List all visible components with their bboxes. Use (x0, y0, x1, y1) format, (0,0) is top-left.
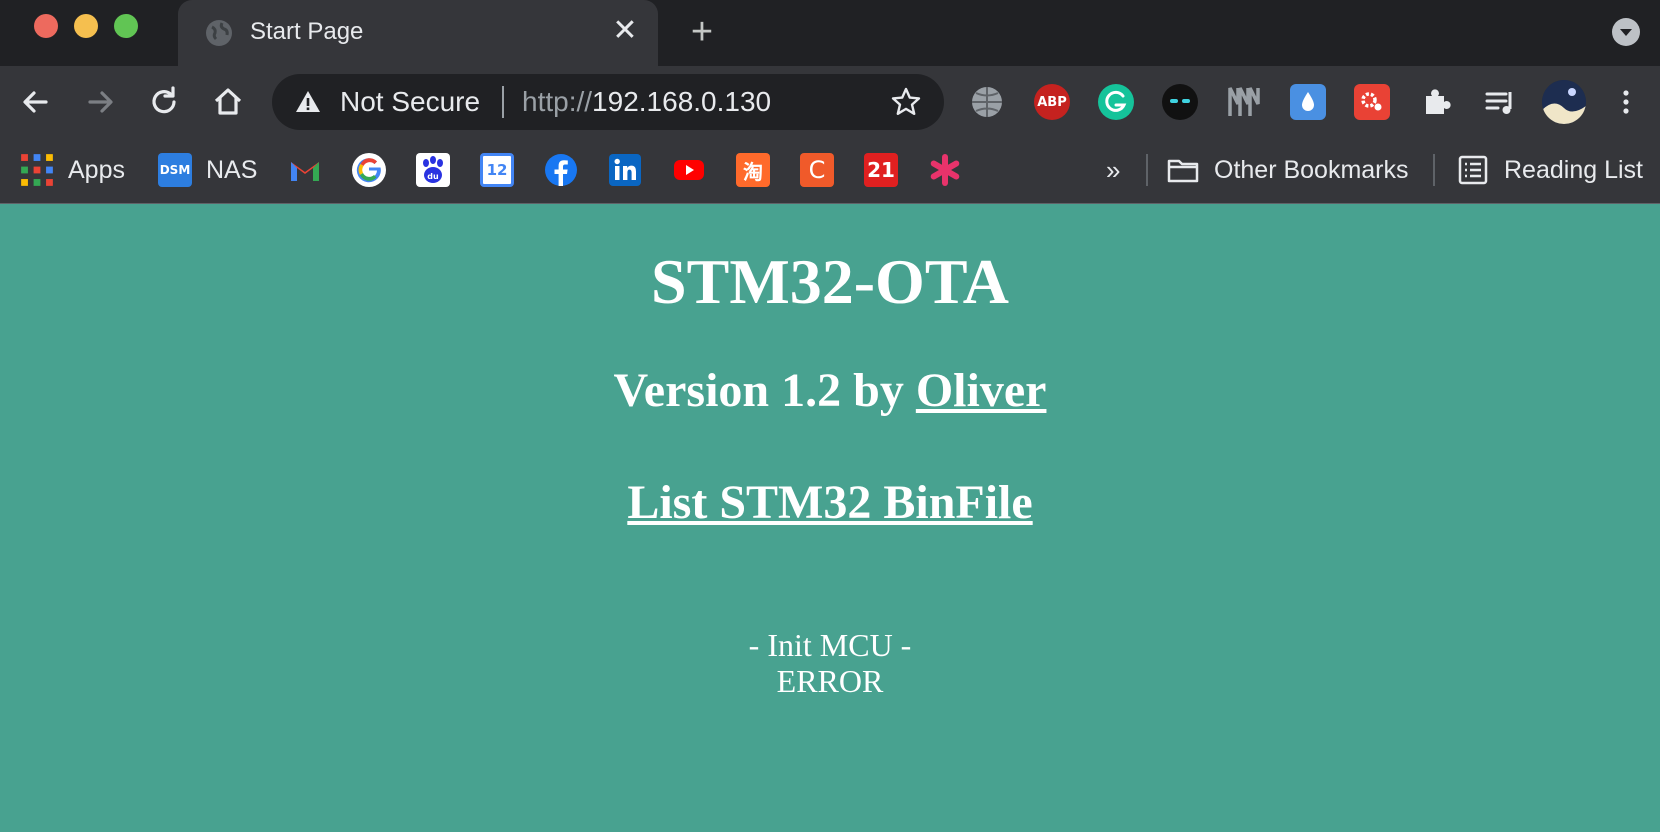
status-error: ERROR (776, 663, 884, 699)
gmail-icon (291, 162, 319, 181)
raindrop-extension-icon[interactable] (1290, 84, 1326, 120)
bookmarks-divider-2 (1433, 154, 1435, 186)
apps-grid-icon (21, 154, 53, 186)
bookmark-other-bookmarks[interactable]: Other Bookmarks (1166, 150, 1409, 190)
asterisk-icon (930, 154, 960, 186)
grammarly-extension-icon[interactable] (1098, 84, 1134, 120)
warning-icon[interactable] (294, 88, 322, 116)
bookmark-youtube[interactable] (672, 150, 706, 190)
bookmark-gmail[interactable] (288, 150, 322, 190)
back-button[interactable] (16, 82, 56, 122)
more-menu-icon[interactable] (1612, 84, 1640, 120)
url-scheme: http:// (522, 86, 593, 117)
close-tab-icon[interactable]: ✕ (610, 16, 640, 46)
home-button[interactable] (208, 82, 248, 122)
url-host: 192.168.0.130 (592, 86, 772, 117)
mcu-status: - Init MCU - ERROR (0, 627, 1660, 699)
mn-extension-icon[interactable] (1226, 84, 1262, 120)
binfile-heading: List STM32 BinFile (0, 475, 1660, 531)
url-text[interactable]: http://192.168.0.130 (522, 86, 771, 118)
bookmark-linkedin[interactable] (608, 150, 642, 190)
linkedin-icon (609, 154, 641, 186)
author-link[interactable]: Oliver (916, 364, 1047, 417)
svg-text:du: du (427, 172, 439, 181)
extensions-puzzle-icon[interactable] (1418, 84, 1454, 120)
bookmark-nas[interactable]: DSM NAS (158, 150, 257, 190)
back-arrow-icon (23, 91, 48, 113)
reload-button[interactable] (144, 82, 184, 122)
minimize-window-button[interactable] (74, 14, 98, 38)
bookmark-c[interactable]: C (800, 150, 834, 190)
other-bookmarks-label: Other Bookmarks (1214, 156, 1409, 184)
vpn-globe-extension-icon[interactable] (969, 84, 1005, 120)
list-binfile-link[interactable]: List STM32 BinFile (627, 476, 1032, 529)
bookmarks-bar: Apps DSM NAS du 12 淘 C 21 » Other Bookma… (0, 138, 1660, 204)
facebook-icon (545, 154, 577, 186)
bookmark-21[interactable]: 21 (864, 150, 898, 190)
security-status[interactable]: Not Secure (340, 86, 480, 118)
bookmark-nas-label: NAS (206, 156, 258, 184)
globe-icon (206, 20, 232, 46)
bookmark-baidu[interactable]: du (416, 150, 450, 190)
tab-strip: Start Page ✕ + (0, 0, 1660, 66)
c-site-icon: C (800, 153, 834, 187)
page-title: STM32-OTA (651, 246, 1009, 317)
dark-mode-extension-icon[interactable] (1162, 84, 1198, 120)
home-icon (214, 88, 242, 115)
address-bar[interactable]: Not Secure http://192.168.0.130 (272, 74, 944, 130)
zoom-window-button[interactable] (114, 14, 138, 38)
youtube-icon (674, 160, 704, 180)
bookmark-google[interactable] (352, 150, 386, 190)
bookmark-taobao[interactable]: 淘 (736, 150, 770, 190)
profile-avatar[interactable] (1542, 80, 1586, 124)
calendar-icon: 12 (480, 153, 514, 187)
reading-list-label: Reading List (1504, 156, 1643, 184)
settings-gear-extension-icon[interactable] (1354, 84, 1390, 120)
status-init-mcu: - Init MCU - (748, 627, 912, 663)
bookmarks-overflow-chevron-icon[interactable]: » (1106, 152, 1120, 188)
bookmark-apps[interactable]: Apps (20, 150, 125, 190)
web-page-content: STM32-OTA Version 1.2 by Oliver List STM… (0, 205, 1660, 832)
folder-icon (1167, 159, 1199, 183)
taobao-icon: 淘 (736, 153, 770, 187)
new-tab-button[interactable]: + (684, 13, 720, 51)
bookmark-star-icon[interactable] (890, 86, 922, 118)
adblock-plus-extension-icon[interactable]: ABP (1034, 84, 1070, 120)
bookmark-calendar[interactable]: 12 (480, 150, 514, 190)
dsm-icon: DSM (158, 153, 192, 187)
site-21-icon: 21 (864, 153, 898, 187)
baidu-paw-icon: du (416, 153, 450, 187)
toolbar: Not Secure http://192.168.0.130 ABP (0, 66, 1660, 138)
google-icon (352, 153, 386, 187)
active-tab[interactable]: Start Page ✕ (178, 0, 658, 66)
bookmarks-divider (1146, 154, 1148, 186)
reading-list-button[interactable]: Reading List (1456, 150, 1643, 190)
bookmark-facebook[interactable] (544, 150, 578, 190)
omnibox-divider (502, 86, 504, 118)
forward-button[interactable] (80, 82, 120, 122)
reload-icon (152, 86, 176, 114)
version-text: Version 1.2 by (613, 364, 916, 417)
tab-title: Start Page (250, 18, 364, 45)
reading-list-icon (1458, 155, 1488, 185)
tab-search-button[interactable] (1612, 18, 1640, 46)
bookmark-apps-label: Apps (68, 156, 125, 184)
media-queue-icon[interactable] (1482, 84, 1518, 120)
close-window-button[interactable] (34, 14, 58, 38)
bookmark-asterisk[interactable] (928, 150, 962, 190)
version-heading: Version 1.2 by Oliver (0, 363, 1660, 419)
forward-arrow-icon (88, 91, 113, 113)
